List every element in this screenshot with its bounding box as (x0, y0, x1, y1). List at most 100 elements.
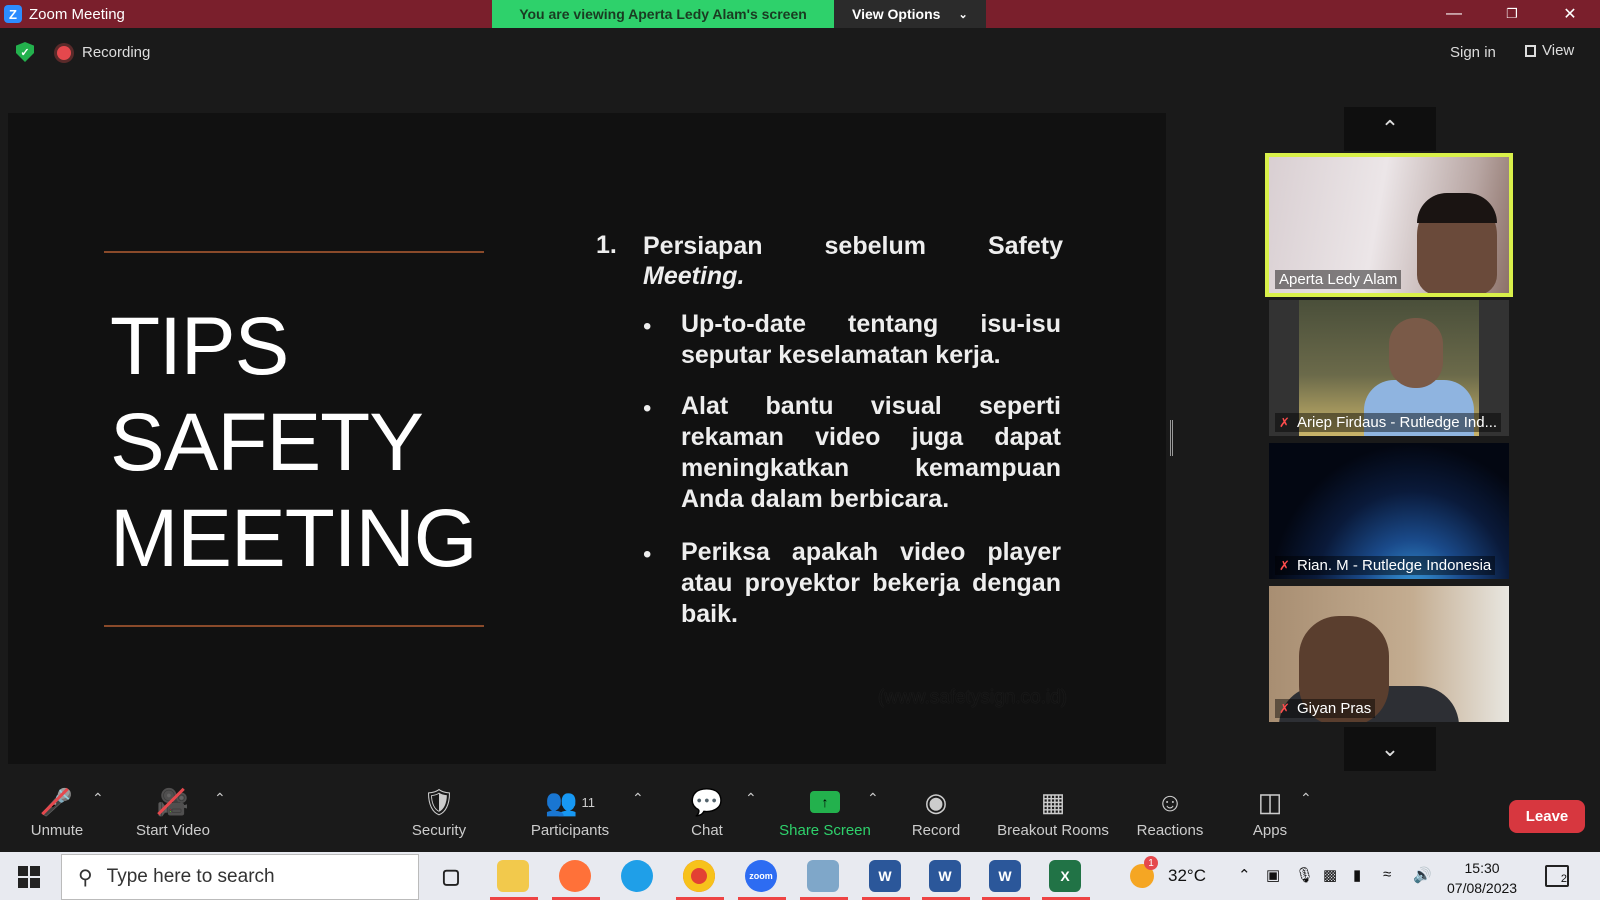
share-screen-label: Share Screen (779, 822, 871, 839)
edge-icon[interactable] (621, 860, 653, 892)
gallery-scroll-down-button[interactable]: ⌄ (1344, 727, 1436, 771)
search-placeholder: Type here to search (106, 866, 275, 887)
grid-view-icon (1525, 44, 1536, 57)
participant-tile[interactable]: ✗ Ariep Firdaus - Rutledge Ind... (1269, 300, 1509, 436)
video-options-caret-icon[interactable]: ⌃ (214, 790, 226, 807)
close-button[interactable]: ✕ (1541, 0, 1599, 28)
encryption-shield-icon[interactable]: ✓ (16, 42, 34, 62)
word-icon[interactable]: W (869, 860, 901, 892)
notepad-icon[interactable] (807, 860, 839, 892)
breakout-rooms-label: Breakout Rooms (997, 822, 1109, 839)
view-label: View (1542, 42, 1575, 59)
participant-tile[interactable]: ✗ Giyan Pras (1269, 586, 1509, 722)
leave-button[interactable]: Leave (1509, 800, 1585, 833)
slide-title: TIPS SAFETY MEETING (110, 299, 510, 587)
muted-mic-icon: ✗ (1279, 414, 1290, 430)
participant-tile[interactable]: Aperta Ledy Alam (1265, 153, 1513, 297)
meeting-top-bar: ✓ Recording Sign in View (0, 28, 1600, 80)
apps-button[interactable]: ◫ Apps (1210, 786, 1330, 840)
microphone-icon[interactable]: 🎙 (1295, 866, 1314, 884)
bullet-text: Alat bantu visual seperti rekaman video … (681, 392, 1061, 513)
chat-bubble-icon: 💬 (690, 786, 724, 817)
slide-title-line: MEETING (110, 493, 478, 584)
participant-name-text: Ariep Firdaus - Rutledge Ind... (1297, 414, 1498, 431)
apps-icon: ◫ (1257, 786, 1283, 817)
participants-label: Participants (530, 822, 610, 839)
participant-name: ✗ Ariep Firdaus - Rutledge Ind... (1275, 413, 1502, 432)
minimize-button[interactable]: — (1425, 0, 1483, 28)
breakout-rooms-button[interactable]: ▦ Breakout Rooms (993, 786, 1113, 840)
reactions-label: Reactions (1136, 822, 1204, 839)
participant-name-text: Aperta Ledy Alam (1279, 271, 1398, 288)
participant-name: ✗ Rian. M - Rutledge Indonesia (1275, 556, 1496, 575)
restore-button[interactable]: ❐ (1483, 0, 1541, 28)
wifi-icon[interactable]: ≈ (1383, 866, 1391, 883)
participants-options-caret-icon[interactable]: ⌃ (632, 790, 644, 807)
meet-now-icon[interactable]: ▣ (1266, 866, 1280, 884)
security-shield-icon: 🛡 (422, 786, 456, 817)
point-heading: Persiapan sebelum Safety (643, 232, 1063, 260)
taskbar-clock[interactable]: 15:30 07/08/2023 (1447, 858, 1517, 898)
volume-icon[interactable]: 🔊 (1413, 866, 1432, 884)
chrome-icon[interactable] (683, 860, 715, 892)
view-button[interactable]: View (1525, 42, 1574, 59)
excel-icon[interactable]: X (1049, 860, 1081, 892)
participant-name-text: Giyan Pras (1297, 700, 1372, 717)
windows-taskbar: ⚲ Type here to search ▢ zoom W W W X 1 3… (0, 852, 1600, 900)
recording-dot-icon (57, 46, 71, 60)
record-icon: ◉ (924, 786, 948, 817)
participant-name: ✗ Giyan Pras (1275, 699, 1376, 718)
point-number: 1. (596, 231, 617, 259)
slide-source: (www.safetysign.co.id) (878, 687, 1068, 708)
slide-divider-bottom (104, 625, 484, 627)
share-screen-icon: ↑ (810, 786, 840, 818)
bullet-dot: • (643, 395, 652, 422)
taskbar-search-input[interactable]: ⚲ Type here to search (61, 854, 419, 900)
participants-button[interactable]: 👥 11 Participants (510, 786, 630, 840)
security-label: Security (411, 822, 467, 839)
sign-in-link[interactable]: Sign in (1450, 44, 1496, 61)
reactions-smiley-icon: ☺ (1156, 786, 1184, 817)
windows-start-icon[interactable] (18, 866, 40, 888)
chevron-up-icon[interactable]: ⌃ (1238, 866, 1251, 884)
clock-date: 07/08/2023 (1447, 880, 1518, 896)
point-heading-line2: Meeting. (643, 262, 745, 290)
record-label: Record (911, 822, 961, 839)
apps-options-caret-icon[interactable]: ⌃ (1300, 790, 1312, 807)
display-icon[interactable]: ▩ (1323, 866, 1337, 884)
recording-label[interactable]: Recording (82, 44, 150, 61)
weather-temperature[interactable]: 32°C (1168, 866, 1206, 886)
participant-tile[interactable]: ✗ Rian. M - Rutledge Indonesia (1269, 443, 1509, 579)
chat-label: Chat (691, 822, 723, 839)
task-view-icon[interactable]: ▢ (435, 860, 467, 892)
file-explorer-icon[interactable] (497, 860, 529, 892)
word-icon[interactable]: W (929, 860, 961, 892)
chat-options-caret-icon[interactable]: ⌃ (745, 790, 757, 807)
microphone-off-icon: 🎤 (40, 786, 74, 817)
record-button[interactable]: ◉ Record (876, 786, 996, 840)
shared-screen[interactable]: TIPS SAFETY MEETING 1. Persiapan sebelum… (8, 113, 1166, 764)
bullet-dot: • (643, 541, 652, 568)
participant-name: Aperta Ledy Alam (1275, 270, 1402, 289)
word-icon[interactable]: W (989, 860, 1021, 892)
view-options-button[interactable]: View Options ⌄ (834, 0, 986, 28)
zoom-taskbar-icon[interactable]: zoom (745, 860, 777, 892)
participants-icon: 👥 11 (545, 786, 595, 817)
security-button[interactable]: 🛡 Security (379, 786, 499, 840)
zoom-logo-icon: Z (4, 5, 22, 23)
participant-video (1389, 318, 1443, 388)
weather-alert-badge: 1 (1144, 856, 1158, 870)
video-off-icon: 🎥 (156, 786, 190, 817)
battery-icon[interactable]: ▮ (1353, 866, 1361, 884)
firefox-icon[interactable] (559, 860, 591, 892)
notification-center-icon[interactable]: 2 (1545, 865, 1569, 887)
slide-title-line: SAFETY (110, 397, 424, 488)
chevron-down-icon: ⌄ (958, 8, 968, 21)
participant-name-text: Rian. M - Rutledge Indonesia (1297, 557, 1492, 574)
search-icon: ⚲ (78, 866, 93, 889)
gallery-scroll-up-button[interactable]: ⌃ (1344, 107, 1436, 151)
muted-mic-icon: ✗ (1279, 700, 1290, 716)
panel-resize-handle[interactable] (1170, 420, 1173, 456)
audio-options-caret-icon[interactable]: ⌃ (92, 790, 104, 807)
bullet-text: Periksa apakah video player atau proyekt… (681, 538, 1061, 628)
